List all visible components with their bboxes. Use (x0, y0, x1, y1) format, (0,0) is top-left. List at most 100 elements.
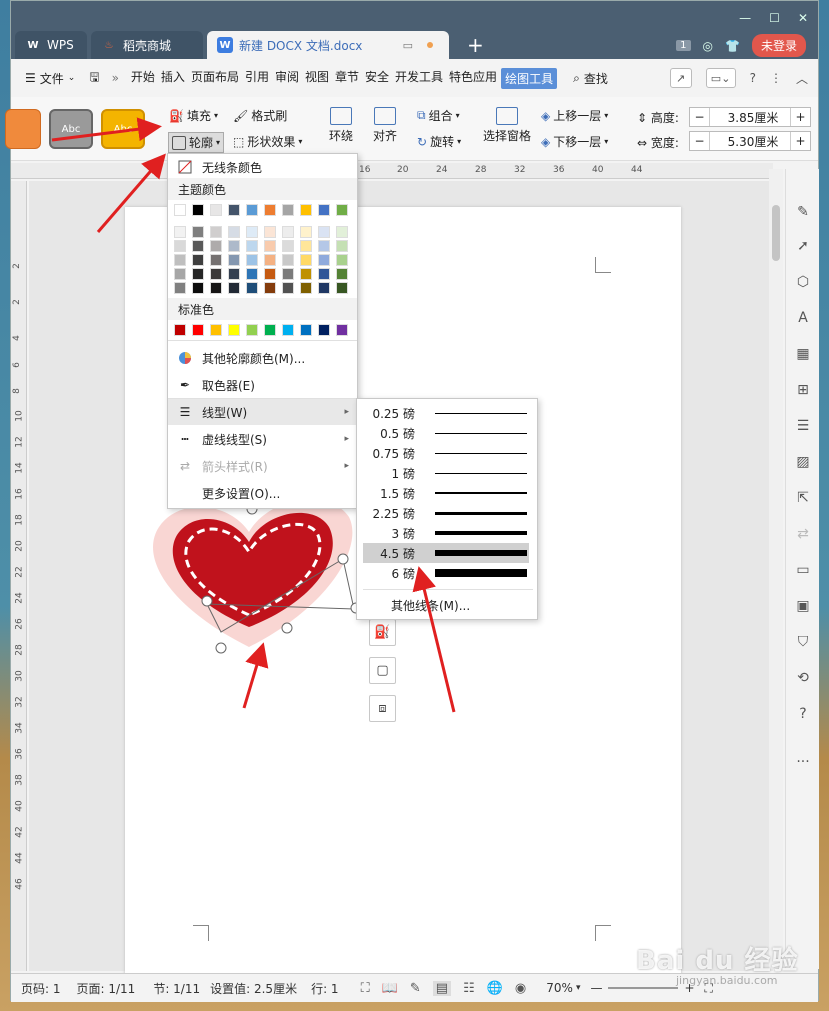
help-circle-icon[interactable]: ? (794, 705, 812, 723)
zoom-out-icon[interactable]: — (590, 981, 602, 995)
theme-shade-swatch[interactable] (282, 282, 294, 294)
pen-icon[interactable]: ✎ (794, 203, 812, 221)
theme-shade-swatch[interactable] (210, 240, 222, 252)
cursor-icon[interactable]: ➚ (794, 237, 812, 255)
theme-shade-swatch[interactable] (282, 226, 294, 238)
grid-icon[interactable]: ⊞ (794, 381, 812, 399)
bring-forward-button[interactable]: ◈ 上移一层 ▾ (541, 107, 608, 124)
width-increment-button[interactable]: + (790, 132, 810, 150)
theme-shade-swatch[interactable] (282, 268, 294, 280)
zoom-slider[interactable] (608, 987, 679, 989)
line-weight-option[interactable]: 0.5 磅 (363, 423, 529, 443)
theme-color-swatch[interactable] (336, 204, 348, 216)
standard-color-swatch[interactable] (174, 324, 186, 336)
group-button[interactable]: ⧉ 组合 ▾ (417, 107, 460, 124)
selection-pane-button[interactable]: 选择窗格 (483, 107, 531, 144)
theme-shade-swatch[interactable] (300, 268, 312, 280)
theme-shade-swatch[interactable] (174, 240, 186, 252)
height-value[interactable]: 3.85厘米 (710, 109, 790, 126)
eye-protection-icon[interactable]: ◉ (515, 981, 526, 996)
theme-shade-swatch[interactable] (210, 254, 222, 266)
more-lines-item[interactable]: 其他线条(M)... (391, 597, 470, 614)
line-weight-option[interactable]: 0.25 磅 (363, 403, 529, 423)
theme-shade-swatch[interactable] (282, 254, 294, 266)
tab-view[interactable]: 视图 (303, 68, 331, 89)
theme-shade-swatch[interactable] (264, 268, 276, 280)
minimize-icon[interactable]: — (739, 11, 751, 25)
outline-view-icon[interactable]: ☷ (463, 981, 475, 996)
theme-shade-swatch[interactable] (264, 226, 276, 238)
theme-color-swatch[interactable] (228, 204, 240, 216)
tab-daoke-store[interactable]: ♨ 稻壳商城 (91, 31, 203, 59)
picture-icon[interactable]: ▣ (794, 597, 812, 615)
line-weight-option[interactable]: 0.75 磅 (363, 443, 529, 463)
window-count-badge[interactable]: 1 (676, 40, 691, 51)
line-type-item[interactable]: ☰ 线型(W) ▸ (168, 399, 357, 425)
theme-shade-swatch[interactable] (246, 240, 258, 252)
theme-shade-swatch[interactable] (318, 282, 330, 294)
tab-developer[interactable]: 开发工具 (393, 68, 445, 89)
shield-icon[interactable]: ⛉ (794, 633, 812, 651)
outline-button[interactable]: 轮廓 ▾ (168, 132, 225, 153)
theme-color-swatch[interactable] (282, 204, 294, 216)
line-weight-option[interactable]: 1 磅 (363, 463, 529, 483)
theme-shade-swatch[interactable] (264, 240, 276, 252)
line-weight-option[interactable]: 6 磅 (363, 563, 529, 583)
maximize-icon[interactable]: ☐ (769, 11, 780, 25)
page-count[interactable]: 页面: 1/11 (77, 980, 136, 997)
theme-shade-swatch[interactable] (228, 254, 240, 266)
more-options-icon[interactable]: ⋮ (770, 71, 782, 85)
line-weight-option[interactable]: 3 磅 (363, 523, 529, 543)
theme-shade-swatch[interactable] (318, 254, 330, 266)
theme-color-swatch[interactable] (300, 204, 312, 216)
chevron-up-icon[interactable]: ︿ (796, 70, 808, 87)
page-view-icon[interactable]: ▤ (432, 980, 452, 996)
text-style-icon[interactable]: A (794, 309, 812, 327)
theme-shade-swatch[interactable] (192, 240, 204, 252)
new-tab-icon[interactable]: + (467, 33, 484, 57)
theme-shade-swatch[interactable] (210, 282, 222, 294)
tab-wps[interactable]: W WPS (15, 31, 87, 59)
help-icon[interactable]: ? (750, 71, 756, 85)
vertical-ruler[interactable]: 2 2 4 6 8 10 12 14 16 18 20 22 24 26 28 … (11, 181, 27, 971)
height-field[interactable]: − 3.85厘米 + (689, 107, 811, 127)
shirt-icon[interactable]: 👕 (725, 39, 740, 53)
eyedropper-item[interactable]: ✒ 取色器(E) (168, 372, 357, 398)
theme-shade-swatch[interactable] (336, 240, 348, 252)
theme-shade-swatch[interactable] (174, 268, 186, 280)
save-icon[interactable]: 🖫 (89, 68, 99, 89)
archive-icon[interactable]: ▭ (794, 561, 812, 579)
float-outline-button[interactable]: ▢ (369, 657, 396, 684)
close-icon[interactable]: ✕ (798, 11, 808, 25)
no-line-color-item[interactable]: 无线条颜色 (168, 154, 357, 180)
theme-shade-swatch[interactable] (336, 254, 348, 266)
sliders-icon[interactable]: ☰ (794, 417, 812, 435)
tab-special-apps[interactable]: 特色应用 (447, 68, 499, 89)
vertical-scrollbar[interactable] (769, 169, 783, 969)
theme-shade-swatch[interactable] (282, 240, 294, 252)
shape-style-gray[interactable]: Abc (49, 109, 93, 149)
tab-page-layout[interactable]: 页面布局 (189, 68, 241, 89)
tab-drawing-tools[interactable]: 绘图工具 (501, 67, 558, 89)
theme-shade-swatch[interactable] (210, 268, 222, 280)
send-backward-button[interactable]: ◈ 下移一层 ▾ (541, 133, 608, 150)
shape-style-yellow[interactable]: Abc (101, 109, 145, 149)
tab-review[interactable]: 审阅 (273, 68, 301, 89)
theme-shade-swatch[interactable] (336, 268, 348, 280)
shape-style-orange[interactable] (5, 109, 41, 149)
tab-insert[interactable]: 插入 (159, 68, 187, 89)
standard-color-swatch[interactable] (228, 324, 240, 336)
zoom-level[interactable]: 70% (546, 981, 573, 995)
theme-shade-swatch[interactable] (228, 226, 240, 238)
line-weight-option[interactable]: 1.5 磅 (363, 483, 529, 503)
height-decrement-button[interactable]: − (690, 108, 710, 126)
dash-type-item[interactable]: ┅ 虚线线型(S) ▸ (168, 426, 357, 452)
theme-shade-swatch[interactable] (192, 268, 204, 280)
theme-shade-swatch[interactable] (228, 282, 240, 294)
theme-color-swatch[interactable] (318, 204, 330, 216)
theme-shade-swatch[interactable] (228, 240, 240, 252)
edit-mode-icon[interactable]: ✎ (410, 981, 421, 996)
table-icon[interactable]: ▦ (794, 345, 812, 363)
scrollbar-thumb[interactable] (772, 205, 780, 261)
page-number[interactable]: 页码: 1 (21, 980, 61, 997)
